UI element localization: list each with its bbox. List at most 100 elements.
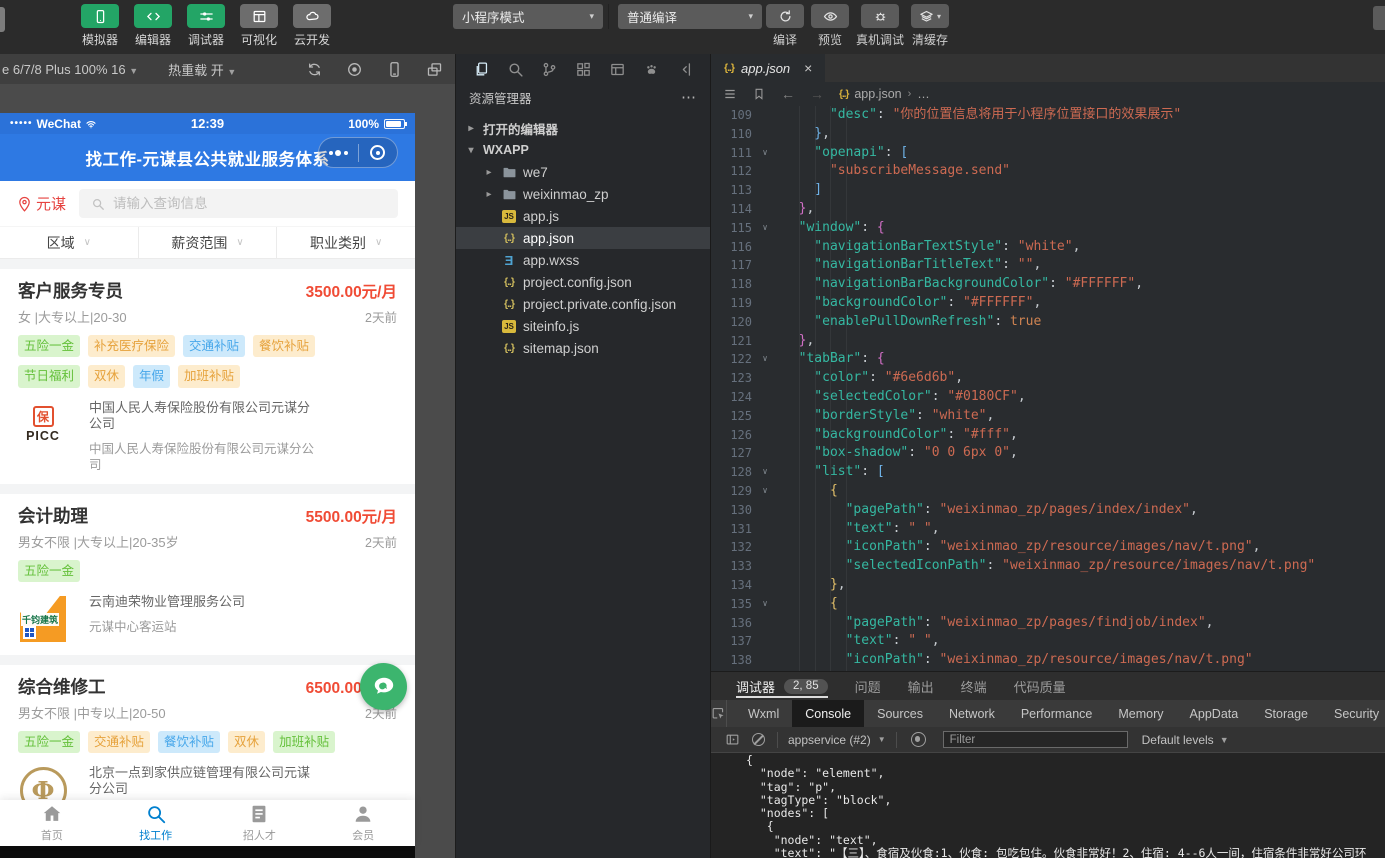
tree-item-siteinfo.js[interactable]: JSsiteinfo.js [456, 315, 710, 337]
devtools-tab-performance[interactable]: Performance [1008, 700, 1106, 727]
job-card[interactable]: 综合维修工6500.00元/月男女不限 |中专以上|20-502天前五险一金交通… [0, 665, 415, 800]
devtools-tab-wxml[interactable]: Wxml [735, 700, 792, 727]
partial-button-right[interactable] [1373, 6, 1385, 30]
tree-item-we7[interactable]: ▸we7 [456, 161, 710, 183]
clear-cache-button[interactable]: ▾清缓存 [911, 4, 949, 48]
bookmark-icon[interactable] [752, 87, 766, 101]
search-input[interactable] [113, 196, 386, 211]
line-number: 109 [711, 106, 755, 125]
fold-chevron-icon[interactable]: ∨ [755, 219, 775, 238]
collapse-sidebar-icon[interactable] [668, 54, 702, 84]
tree-section--[interactable]: ▸打开的编辑器 [456, 117, 710, 139]
debugger-tab[interactable]: 调试器2, 85 [736, 672, 828, 700]
log-levels-select[interactable]: Default levels ▼ [1142, 733, 1229, 747]
devtools-tab-security[interactable]: Security [1321, 700, 1385, 727]
code-text: { [775, 595, 838, 614]
partial-button-left[interactable] [0, 7, 5, 32]
terminal-tab[interactable]: 终端 [961, 672, 987, 700]
clear-console-icon[interactable] [745, 733, 771, 746]
code-line: 114}, [711, 200, 1385, 219]
code-editor[interactable]: 109"desc": "你的位置信息将用于小程序位置接口的效果展示"110},1… [711, 106, 1385, 671]
compile-mode-select[interactable]: 普通编译 ▾ [618, 4, 762, 29]
window-icon[interactable] [600, 54, 634, 84]
tab-recruit[interactable]: 招人才 [208, 800, 312, 846]
mode-select[interactable]: 小程序模式 ▾ [453, 4, 603, 29]
editor-button[interactable]: 编辑器 [131, 4, 175, 48]
search-icon[interactable] [498, 54, 532, 84]
tree-item-weixinmao_zp[interactable]: ▸weixinmao_zp [456, 183, 710, 205]
close-minibar-button[interactable] [359, 145, 398, 160]
tree-item-sitemap.json[interactable]: {..}sitemap.json [456, 337, 710, 359]
breadcrumb-file[interactable]: {..} app.json › … [839, 87, 930, 101]
remote-debug-button[interactable]: 真机调试 [856, 4, 904, 48]
chevron-down-icon: ∨ [84, 237, 91, 248]
device-select[interactable]: e 6/7/8 Plus 100% 16 ▼ [2, 62, 138, 77]
fold-chevron-icon[interactable]: ∨ [755, 463, 775, 482]
console-filter-input[interactable] [943, 731, 1128, 748]
debugger-button[interactable]: 调试器 [184, 4, 228, 48]
context-select[interactable]: appservice (#2) ▼ [784, 733, 890, 747]
preview-button[interactable]: 预览 [811, 4, 849, 48]
detach-window-icon[interactable] [426, 61, 443, 78]
fold-chevron-icon[interactable]: ∨ [755, 144, 775, 163]
job-card[interactable]: 客户服务专员3500.00元/月女 |大专以上|20-302天前五险一金补充医疗… [0, 269, 415, 484]
output-tab[interactable]: 输出 [908, 672, 934, 700]
chat-floating-button[interactable] [360, 663, 407, 710]
simulator-icon-group [306, 61, 443, 78]
live-expression-eye-icon[interactable] [911, 732, 926, 747]
fold-chevron-icon[interactable]: ∨ [755, 595, 775, 614]
job-card[interactable]: 会计助理5500.00元/月男女不限 |大专以上|20-35岁2天前五险一金千钧… [0, 494, 415, 655]
rotate-icon[interactable] [306, 61, 323, 78]
outline-list-icon[interactable] [723, 87, 737, 101]
location-picker[interactable]: 元谋 [17, 193, 66, 214]
tree-item-app.wxss[interactable]: Ǝapp.wxss [456, 249, 710, 271]
tab-home[interactable]: 首页 [0, 800, 104, 846]
problems-tab[interactable]: 问题 [855, 672, 881, 700]
search-input-wrap[interactable] [79, 189, 398, 218]
devtools-tab-network[interactable]: Network [936, 700, 1008, 727]
tree-item-project.config.json[interactable]: {..}project.config.json [456, 271, 710, 293]
devtools-tab-sources[interactable]: Sources [864, 700, 936, 727]
forward-icon[interactable]: → [810, 86, 824, 102]
tab-findjob[interactable]: 找工作 [104, 800, 208, 846]
cloud-dev-button[interactable]: 云开发 [290, 4, 334, 48]
devtools-tab-console[interactable]: Console [792, 700, 864, 727]
tree-item-project.private.config.json[interactable]: {..}project.private.config.json [456, 293, 710, 315]
devtools-tab-storage[interactable]: Storage [1251, 700, 1321, 727]
visualization-button[interactable]: 可视化 [237, 4, 281, 48]
filter-salary-range[interactable]: 薪资范围∨ [138, 227, 277, 258]
eye-icon [811, 4, 849, 28]
compile-button[interactable]: 编译 [766, 4, 804, 48]
devtools-tab-memory[interactable]: Memory [1105, 700, 1176, 727]
console-output[interactable]: { "node": "element", "tag": "p", "tagTyp… [711, 753, 1385, 858]
extensions-icon[interactable] [566, 54, 600, 84]
editor-tab-appjson[interactable]: {..} app.json × [711, 54, 825, 82]
close-icon[interactable]: × [804, 60, 812, 76]
more-actions-icon[interactable]: ⋯ [681, 88, 697, 106]
toolbar-action-label: 编译 [773, 31, 797, 48]
plugins-icon[interactable] [634, 54, 668, 84]
source-control-icon[interactable] [532, 54, 566, 84]
fold-chevron-icon[interactable]: ∨ [755, 350, 775, 369]
record-icon[interactable] [346, 61, 363, 78]
tree-section-wxapp[interactable]: ▾WXAPP [456, 139, 710, 161]
dock-panel-icon[interactable] [719, 732, 745, 747]
inspect-element-icon[interactable] [711, 700, 727, 727]
back-icon[interactable]: ← [781, 86, 795, 102]
device-frame-icon[interactable] [386, 61, 403, 78]
home-icon [41, 803, 63, 825]
filter-region[interactable]: 区域∨ [0, 227, 138, 258]
simulator-button[interactable]: 模拟器 [78, 4, 122, 48]
filter-job-category[interactable]: 职业类别∨ [276, 227, 415, 258]
fold-chevron-icon[interactable]: ∨ [755, 482, 775, 501]
wechat-capsule [318, 137, 398, 168]
line-number: 121 [711, 332, 755, 351]
tab-member[interactable]: 会员 [311, 800, 415, 846]
tree-item-app.json[interactable]: {..}app.json [456, 227, 710, 249]
hot-reload-toggle[interactable]: 热重载 开 ▼ [168, 60, 236, 79]
devtools-tab-appdata[interactable]: AppData [1177, 700, 1252, 727]
more-button[interactable] [319, 150, 358, 156]
code-quality-tab[interactable]: 代码质量 [1014, 672, 1066, 700]
files-icon[interactable] [464, 54, 498, 84]
tree-item-app.js[interactable]: JSapp.js [456, 205, 710, 227]
